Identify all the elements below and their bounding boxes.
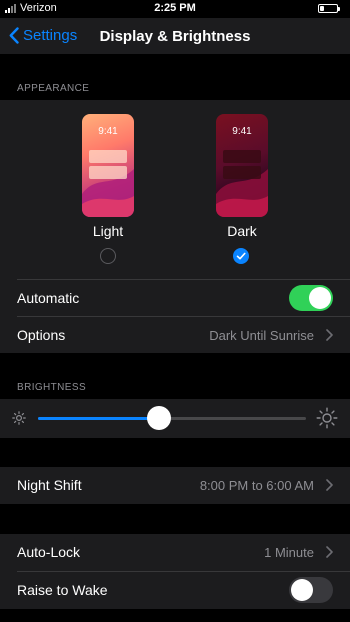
light-mode-label: Light xyxy=(92,223,124,239)
chevron-right-icon xyxy=(326,479,333,491)
automatic-toggle[interactable] xyxy=(289,285,333,311)
checkmark-icon xyxy=(236,252,246,260)
brightness-section-header: BRIGHTNESS xyxy=(17,382,87,393)
dark-preview-time: 9:41 xyxy=(232,126,252,137)
night-shift-value: 8:00 PM to 6:00 AM xyxy=(199,478,314,493)
toggle-knob xyxy=(309,287,331,309)
auto-lock-row[interactable]: Auto-Lock 1 Minute xyxy=(0,534,350,571)
automatic-label: Automatic xyxy=(17,290,80,306)
dark-mode-label: Dark xyxy=(227,223,257,239)
options-label: Options xyxy=(17,327,66,343)
brightness-slider-fill xyxy=(38,417,159,420)
light-preview-time: 9:41 xyxy=(98,126,118,137)
chevron-right-icon xyxy=(326,546,333,558)
appearance-group: 9:41 Light 9:41 Dark Automatic Options D… xyxy=(0,100,350,353)
raise-to-wake-label: Raise to Wake xyxy=(17,582,108,598)
page-title: Display & Brightness xyxy=(99,28,251,45)
night-shift-group: Night Shift 8:00 PM to 6:00 AM xyxy=(0,467,350,504)
night-shift-label: Night Shift xyxy=(17,477,82,493)
appearance-section-header: APPEARANCE xyxy=(17,83,90,94)
battery-icon xyxy=(318,4,340,13)
light-mode-preview[interactable]: 9:41 xyxy=(82,114,134,217)
dark-mode-radio[interactable] xyxy=(233,248,249,264)
auto-lock-label: Auto-Lock xyxy=(17,544,81,560)
status-bar: Verizon 2:25 PM xyxy=(0,0,350,18)
raise-to-wake-row: Raise to Wake xyxy=(0,572,350,609)
automatic-row: Automatic xyxy=(0,280,350,317)
brightness-slider-knob[interactable] xyxy=(146,406,171,430)
chevron-right-icon xyxy=(326,329,333,341)
options-value: Dark Until Sunrise xyxy=(209,328,314,343)
auto-lock-value: 1 Minute xyxy=(264,545,314,560)
brightness-high-icon xyxy=(316,407,338,429)
brightness-low-icon xyxy=(12,411,26,425)
status-time: 2:25 PM xyxy=(154,2,196,14)
options-row[interactable]: Options Dark Until Sunrise xyxy=(0,317,350,354)
toggle-knob xyxy=(291,579,313,601)
navigation-bar: Settings Display & Brightness xyxy=(0,18,350,54)
brightness-slider[interactable] xyxy=(38,406,306,430)
night-shift-row[interactable]: Night Shift 8:00 PM to 6:00 AM xyxy=(0,467,350,504)
light-mode-radio[interactable] xyxy=(100,248,116,264)
dark-mode-preview[interactable]: 9:41 xyxy=(216,114,268,217)
raise-to-wake-toggle[interactable] xyxy=(289,577,333,603)
brightness-group xyxy=(0,399,350,438)
lock-group: Auto-Lock 1 Minute Raise to Wake xyxy=(0,534,350,609)
